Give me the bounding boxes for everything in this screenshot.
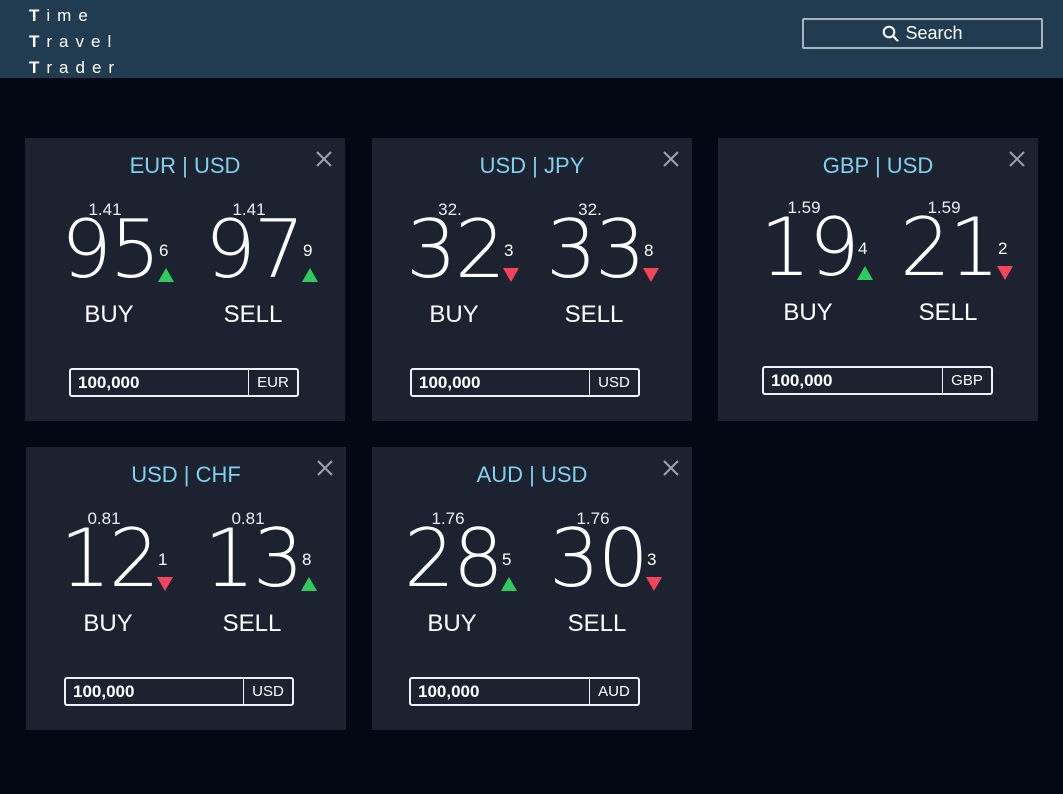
buy-price-pip: 5 <box>502 550 512 569</box>
notional-field[interactable]: 100,000 USD <box>64 677 294 706</box>
sell-price-big-figure: 33 <box>546 203 646 296</box>
notional-field[interactable]: 100,000 USD <box>410 368 640 397</box>
notional-currency: USD <box>243 679 292 704</box>
down-arrow-icon <box>997 266 1013 280</box>
buy-label: BUY <box>783 299 833 326</box>
pair-title: GBP | USD <box>822 153 934 178</box>
currency-tile: USD | JPY 32. 32 3 BUY 32. 33 8 SELL 100,000 USD <box>372 138 692 421</box>
down-arrow-icon <box>157 577 173 591</box>
notional-currency: GBP <box>942 368 991 393</box>
currency-tile: EUR | USD 1.41 95 6 BUY 1.41 97 9 SELL 100,000 EUR <box>25 138 345 421</box>
buy-price-big-figure: 12 <box>60 512 160 605</box>
buy-label: BUY <box>83 610 133 637</box>
close-icon[interactable] <box>662 150 680 168</box>
sell-price-pip: 2 <box>998 239 1008 258</box>
buy-price-pip: 6 <box>159 241 169 260</box>
sell-price-button[interactable]: 1.76 30 3 SELL <box>549 509 679 649</box>
buy-price-big-figure: 28 <box>404 512 504 605</box>
sell-price-button[interactable]: 32. 33 8 SELL <box>546 200 676 340</box>
buy-price-pip: 4 <box>858 239 868 258</box>
currency-tile: USD | CHF 0.81 12 1 BUY 0.81 13 8 SELL 100,000 USD <box>26 447 346 730</box>
buy-label: BUY <box>429 301 479 328</box>
notional-field[interactable]: 100,000 GBP <box>762 366 993 395</box>
search-button-label: Search <box>905 23 963 43</box>
sell-label: SELL <box>567 610 627 637</box>
top-bar: Time Travel Trader Search <box>0 0 1063 78</box>
logo-line: Travel <box>29 32 119 51</box>
pair-title: AUD | USD <box>476 462 588 487</box>
notional-field[interactable]: 100,000 EUR <box>69 368 299 397</box>
buy-price-button[interactable]: 1.41 95 6 BUY <box>61 200 191 340</box>
up-arrow-icon <box>302 268 318 282</box>
buy-label: BUY <box>84 301 134 328</box>
sell-price-big-figure: 21 <box>900 201 1000 294</box>
pair-title: EUR | USD <box>129 153 241 178</box>
sell-price-pip: 9 <box>303 241 313 260</box>
sell-price-button[interactable]: 1.59 21 2 SELL <box>900 198 1030 338</box>
sell-label: SELL <box>223 301 283 328</box>
logo-line: Trader <box>29 58 122 77</box>
buy-price-pip: 3 <box>504 241 514 260</box>
search-icon <box>882 25 900 42</box>
notional-input[interactable]: 100,000 <box>66 679 243 704</box>
pair-title: USD | JPY <box>479 153 585 178</box>
buy-price-big-figure: 32 <box>406 203 506 296</box>
notional-input[interactable]: 100,000 <box>764 368 942 393</box>
notional-input[interactable]: 100,000 <box>412 370 589 395</box>
notional-currency: EUR <box>248 370 297 395</box>
notional-input[interactable]: 100,000 <box>71 370 248 395</box>
notional-currency: USD <box>589 370 638 395</box>
sell-price-pip: 8 <box>302 550 312 569</box>
app-logo[interactable]: Time Travel Trader <box>29 3 121 81</box>
pair-title: USD | CHF <box>131 462 241 487</box>
up-arrow-icon <box>301 577 317 591</box>
close-icon[interactable] <box>1008 150 1026 168</box>
down-arrow-icon <box>643 268 659 282</box>
notional-input[interactable]: 100,000 <box>411 679 589 704</box>
sell-price-pip: 3 <box>647 550 657 569</box>
up-arrow-icon <box>857 266 873 280</box>
currency-tile: AUD | USD 1.76 28 5 BUY 1.76 30 3 SELL 100,000 AUD <box>372 447 692 730</box>
sell-label: SELL <box>918 299 978 326</box>
up-arrow-icon <box>501 577 517 591</box>
search-button[interactable]: Search <box>802 18 1043 49</box>
close-icon[interactable] <box>315 150 333 168</box>
buy-price-button[interactable]: 1.59 19 4 BUY <box>760 198 890 338</box>
close-icon[interactable] <box>662 459 680 477</box>
notional-currency: AUD <box>589 679 638 704</box>
buy-price-button[interactable]: 0.81 12 1 BUY <box>60 509 190 649</box>
sell-price-big-figure: 30 <box>549 512 649 605</box>
buy-price-big-figure: 19 <box>760 201 860 294</box>
sell-price-pip: 8 <box>644 241 654 260</box>
sell-label: SELL <box>564 301 624 328</box>
logo-line: Time <box>29 6 95 25</box>
buy-price-button[interactable]: 32. 32 3 BUY <box>406 200 536 340</box>
up-arrow-icon <box>158 268 174 282</box>
buy-price-button[interactable]: 1.76 28 5 BUY <box>404 509 534 649</box>
buy-price-pip: 1 <box>158 550 168 569</box>
currency-tile: GBP | USD 1.59 19 4 BUY 1.59 21 2 SELL 100,000 GBP <box>718 138 1038 421</box>
down-arrow-icon <box>503 268 519 282</box>
buy-price-big-figure: 95 <box>61 203 161 296</box>
down-arrow-icon <box>646 577 662 591</box>
sell-price-big-figure: 97 <box>205 203 305 296</box>
sell-price-button[interactable]: 1.41 97 9 SELL <box>205 200 335 340</box>
buy-label: BUY <box>427 610 477 637</box>
sell-label: SELL <box>222 610 282 637</box>
sell-price-big-figure: 13 <box>204 512 304 605</box>
notional-field[interactable]: 100,000 AUD <box>409 677 640 706</box>
close-icon[interactable] <box>316 459 334 477</box>
sell-price-button[interactable]: 0.81 13 8 SELL <box>204 509 334 649</box>
